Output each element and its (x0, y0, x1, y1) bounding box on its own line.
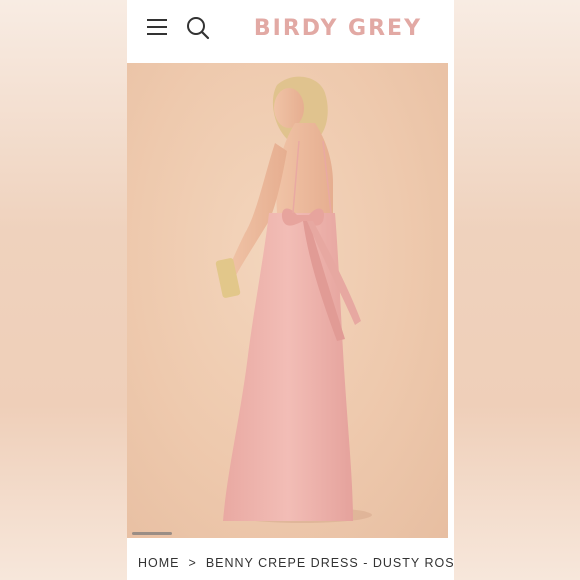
search-button[interactable] (185, 15, 211, 41)
breadcrumb-home-link[interactable]: HOME (138, 556, 180, 570)
hamburger-menu-button[interactable] (147, 18, 167, 36)
model-in-dress-illustration (215, 76, 372, 523)
breadcrumb-current-page: BENNY CREPE DRESS - DUSTY ROSE (205, 556, 454, 570)
background-blur-right (454, 0, 580, 580)
menu-line (147, 19, 167, 21)
image-scroll-indicator[interactable] (132, 532, 172, 535)
menu-line (147, 33, 167, 35)
background-blur-left (0, 0, 127, 580)
site-header: BIRDY GREY (127, 0, 454, 62)
menu-line (147, 26, 167, 28)
product-image[interactable] (127, 63, 448, 538)
breadcrumb-separator: > (188, 556, 197, 570)
brand-logo[interactable]: BIRDY GREY (254, 16, 422, 41)
breadcrumb: HOME > BENNY CREPE DRESS - DUSTY ROSE (138, 556, 454, 570)
mobile-page: BIRDY GREY HOME > BENNY CREPE DRESS - DU… (127, 0, 454, 580)
search-icon (187, 17, 210, 40)
